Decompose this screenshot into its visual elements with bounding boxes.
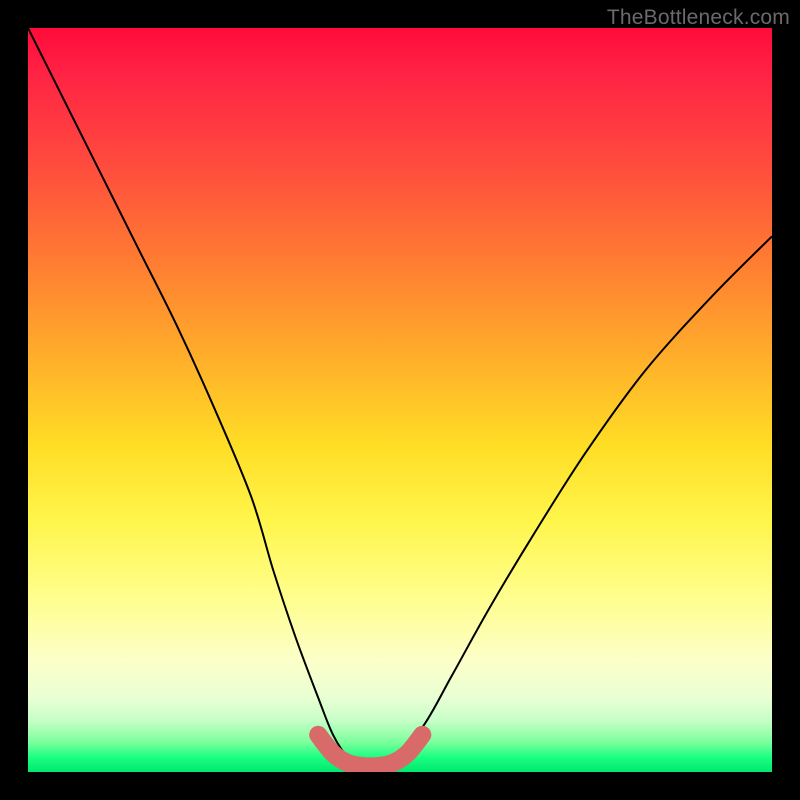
watermark-text: TheBottleneck.com bbox=[607, 6, 790, 30]
optimal-band bbox=[318, 735, 422, 767]
curve-layer bbox=[28, 28, 772, 772]
chart-frame: TheBottleneck.com bbox=[0, 0, 800, 800]
bottleneck-curve bbox=[28, 28, 772, 765]
plot-area bbox=[28, 28, 772, 772]
